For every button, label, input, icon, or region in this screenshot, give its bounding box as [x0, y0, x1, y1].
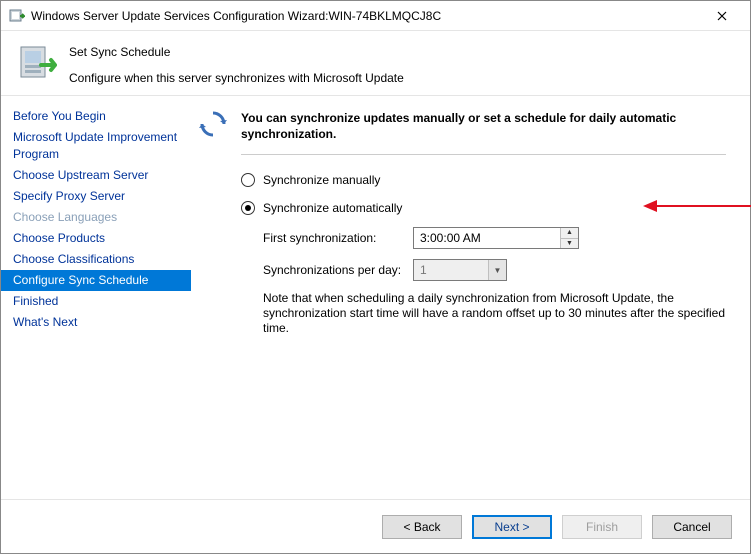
spin-up-button[interactable]: ▲	[561, 228, 578, 239]
close-button[interactable]	[702, 2, 742, 30]
wizard-footer: < Back Next > Finish Cancel	[1, 499, 750, 553]
first-sync-input[interactable]: 3:00:00 AM ▲ ▼	[413, 227, 579, 249]
nav-item-9[interactable]: What's Next	[1, 312, 191, 333]
nav-item-1[interactable]: Microsoft Update Improvement Program	[1, 127, 191, 165]
finish-button: Finish	[562, 515, 642, 539]
radio-sync-automatically[interactable]: Synchronize automatically	[241, 201, 726, 215]
nav-item-8[interactable]: Finished	[1, 291, 191, 312]
radio-label-manual: Synchronize manually	[263, 173, 380, 187]
nav-item-6[interactable]: Choose Classifications	[1, 249, 191, 270]
radio-icon	[241, 173, 255, 187]
nav-item-0[interactable]: Before You Begin	[1, 106, 191, 127]
time-spinner: ▲ ▼	[560, 228, 578, 248]
radio-sync-manually[interactable]: Synchronize manually	[241, 173, 726, 187]
content-pane: You can synchronize updates manually or …	[191, 96, 750, 499]
nav-item-7[interactable]: Configure Sync Schedule	[1, 270, 191, 291]
nav-item-5[interactable]: Choose Products	[1, 228, 191, 249]
page-title: Set Sync Schedule	[69, 45, 404, 59]
schedule-note: Note that when scheduling a daily synchr…	[263, 291, 726, 336]
nav-item-4: Choose Languages	[1, 207, 191, 228]
nav-sidebar: Before You BeginMicrosoft Update Improve…	[1, 96, 191, 499]
per-day-value: 1	[414, 263, 488, 277]
window-title: Windows Server Update Services Configura…	[31, 9, 702, 23]
separator	[241, 154, 726, 155]
first-sync-label: First synchronization:	[263, 231, 413, 245]
header-icon	[17, 43, 57, 83]
nav-item-2[interactable]: Choose Upstream Server	[1, 165, 191, 186]
spin-down-button[interactable]: ▼	[561, 239, 578, 249]
first-sync-value: 3:00:00 AM	[414, 228, 560, 248]
per-day-combo[interactable]: 1 ▼	[413, 259, 507, 281]
radio-icon	[241, 201, 255, 215]
next-button[interactable]: Next >	[472, 515, 552, 539]
radio-label-auto: Synchronize automatically	[263, 201, 402, 215]
intro-text: You can synchronize updates manually or …	[241, 108, 726, 142]
titlebar: Windows Server Update Services Configura…	[1, 1, 750, 31]
sync-icon	[197, 108, 229, 140]
nav-item-3[interactable]: Specify Proxy Server	[1, 186, 191, 207]
per-day-label: Synchronizations per day:	[263, 263, 413, 277]
cancel-button[interactable]: Cancel	[652, 515, 732, 539]
chevron-down-icon: ▼	[488, 260, 506, 280]
wizard-header: Set Sync Schedule Configure when this se…	[1, 31, 750, 95]
close-icon	[717, 11, 727, 21]
page-subtitle: Configure when this server synchronizes …	[69, 71, 404, 85]
app-icon	[9, 8, 25, 24]
wizard-window: Windows Server Update Services Configura…	[0, 0, 751, 554]
back-button[interactable]: < Back	[382, 515, 462, 539]
